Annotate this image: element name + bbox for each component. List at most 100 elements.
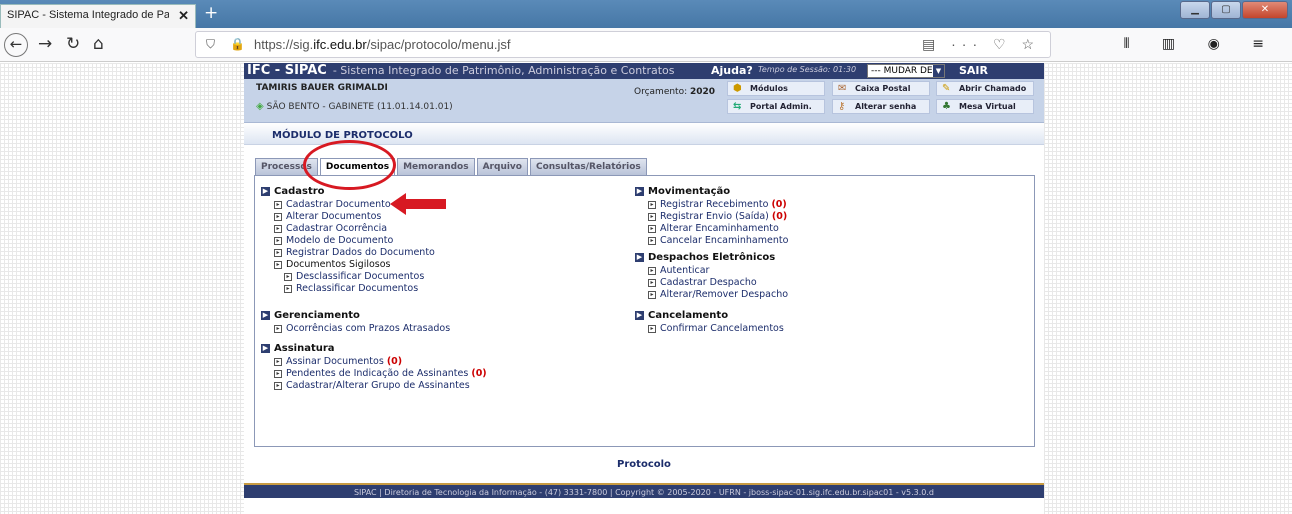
section-header: ▶ Gerenciamento — [261, 310, 450, 322]
unit-icon: ◈ — [256, 101, 264, 112]
bullet-icon: ▸ — [274, 324, 282, 333]
section-header: ▶ Despachos Eletrônicos — [635, 252, 788, 264]
bullet-icon: ▸ — [274, 224, 282, 233]
tab-memorandos[interactable]: Memorandos — [397, 158, 475, 175]
maximize-icon[interactable]: ▢ — [1211, 1, 1241, 19]
section-bullet-icon: ▶ — [635, 186, 644, 196]
url-bar[interactable]: ⛉ 🔒 https://sig.ifc.edu.br/sipac/protoco… — [195, 31, 1051, 58]
menu-item-label: Modelo de Documento — [286, 235, 394, 246]
bullet-icon: ▸ — [284, 272, 292, 281]
browser-tab-bar: SIPAC - Sistema Integrado de Patrim ✕ + … — [0, 0, 1292, 28]
menu-group-documentos-sigilosos: ▸ Documentos Sigilosos — [261, 259, 435, 271]
bullet-icon: ▸ — [648, 290, 656, 299]
virtual-desk-button[interactable]: ♣ Mesa Virtual — [936, 99, 1034, 114]
mailbox-button[interactable]: ✉ Caixa Postal — [832, 81, 930, 96]
new-tab-icon[interactable]: + — [204, 5, 218, 22]
menu-item-registrar-dados[interactable]: ▸ Registrar Dados do Documento — [261, 247, 435, 259]
logout-button[interactable]: SAIR — [955, 64, 992, 77]
browser-tab[interactable]: SIPAC - Sistema Integrado de Patrim ✕ — [0, 4, 196, 28]
budget-label: Orçamento: — [634, 87, 688, 97]
minimize-icon[interactable]: ▁ — [1180, 1, 1210, 19]
forward-icon[interactable]: → — [38, 34, 52, 54]
unit-label: SÃO BENTO - GABINETE (11.01.14.01.01) — [266, 102, 453, 112]
mailbox-icon: ✉ — [838, 83, 847, 94]
menu-item-registrar-recebimento[interactable]: ▸ Registrar Recebimento (0) — [635, 199, 788, 211]
toolbar-icons[interactable]: ⫴ ▥ ◉ ≡ — [1124, 36, 1278, 52]
browser-tab-title: SIPAC - Sistema Integrado de Patrim — [7, 9, 169, 21]
bullet-icon: ▸ — [648, 236, 656, 245]
tab-consultas[interactable]: Consultas/Relatórios — [529, 158, 647, 175]
system-name: IFC - SIPAC — [247, 63, 327, 78]
home-icon[interactable]: ⌂ — [93, 34, 104, 54]
menu-group-label: Documentos Sigilosos — [286, 259, 391, 270]
menu-item-cadastrar-ocorrencia[interactable]: ▸ Cadastrar Ocorrência — [261, 223, 435, 235]
section-bullet-icon: ▶ — [635, 310, 644, 320]
menu-item-label: Registrar Recebimento — [660, 199, 769, 210]
url-actions-icons[interactable]: ▤ ··· ♡ ☆ — [922, 36, 1040, 53]
user-info-bar: TAMIRIS BAUER GRIMALDI ◈ SÃO BENTO - GAB… — [244, 79, 1044, 123]
modules-icon: ⬢ — [733, 83, 742, 94]
section-title: Gerenciamento — [274, 310, 360, 321]
window-close-icon[interactable]: ✕ — [1242, 1, 1288, 19]
count-badge: (0) — [771, 211, 788, 222]
menu-item-alterar-despacho[interactable]: ▸ Alterar/Remover Despacho — [635, 289, 788, 301]
system-description: - Sistema Integrado de Patrimônio, Admin… — [332, 64, 675, 77]
lock-icon[interactable]: 🔒 — [230, 37, 245, 51]
admin-portal-button[interactable]: ⇆ Portal Admin. — [727, 99, 825, 114]
tab-close-icon[interactable]: ✕ — [178, 8, 189, 24]
url-domain: ifc.edu.br — [313, 37, 367, 52]
section-title: Despachos Eletrônicos — [648, 252, 776, 263]
menu-item-label: Cadastrar/Alterar Grupo de Assinantes — [286, 380, 470, 391]
bullet-icon: ▸ — [648, 278, 656, 287]
reload-icon[interactable]: ↻ — [66, 34, 80, 54]
menu-item-reclassificar[interactable]: ▸ Reclassificar Documentos — [261, 283, 435, 295]
bullet-icon: ▸ — [274, 200, 282, 209]
bullet-icon: ▸ — [274, 248, 282, 257]
desk-icon: ♣ — [942, 101, 951, 112]
bullet-icon: ▸ — [648, 212, 656, 221]
menu-item-label: Cadastrar Documento — [286, 199, 391, 210]
protocol-link[interactable]: Protocolo — [244, 459, 1044, 470]
menu-item-label: Ocorrências com Prazos Atrasados — [286, 323, 451, 334]
help-link[interactable]: Ajuda? — [711, 64, 753, 77]
change-password-button[interactable]: ⚷ Alterar senha — [832, 99, 930, 114]
window-controls: ▁ ▢ ✕ — [1180, 1, 1288, 19]
tab-arquivo[interactable]: Arquivo — [476, 158, 528, 175]
budget: Orçamento: 2020 — [634, 87, 715, 97]
menu-item-registrar-envio[interactable]: ▸ Registrar Envio (Saída) (0) — [635, 211, 788, 223]
menu-item-ocorrencias-atrasadas[interactable]: ▸ Ocorrências com Prazos Atrasados — [261, 323, 450, 335]
menu-item-label: Registrar Envio (Saída) — [660, 211, 769, 222]
section-despachos: ▶ Despachos Eletrônicos ▸ Autenticar ▸ Cada… — [635, 252, 788, 301]
menu-item-confirmar-cancelamentos[interactable]: ▸ Confirmar Cancelamentos — [635, 323, 784, 335]
menu-item-pendentes-indicacao[interactable]: ▸ Pendentes de Indicação de Assinantes (0… — [261, 368, 487, 380]
menu-item-grupo-assinantes[interactable]: ▸ Cadastrar/Alterar Grupo de Assinantes — [261, 380, 487, 392]
section-title: Cancelamento — [648, 310, 729, 321]
section-header: ▶ Movimentação — [635, 186, 788, 198]
menu-item-label: Assinar Documentos — [286, 356, 384, 367]
chevron-down-icon[interactable]: ▼ — [933, 65, 944, 77]
open-ticket-button[interactable]: ✎ Abrir Chamado — [936, 81, 1034, 96]
menu-item-autenticar[interactable]: ▸ Autenticar — [635, 265, 788, 277]
modules-button[interactable]: ⬢ Módulos — [727, 81, 825, 96]
key-icon: ⚷ — [838, 101, 846, 112]
menu-item-cadastrar-despacho[interactable]: ▸ Cadastrar Despacho — [635, 277, 788, 289]
menu-item-modelo-documento[interactable]: ▸ Modelo de Documento — [261, 235, 435, 247]
count-badge: (0) — [471, 368, 487, 379]
back-icon[interactable]: ← — [4, 33, 28, 57]
tracking-shield-icon[interactable]: ⛉ — [206, 37, 215, 52]
menu-item-label: Reclassificar Documentos — [296, 283, 419, 294]
menu-item-label: Alterar Encaminhamento — [660, 223, 779, 234]
menu-item-alterar-encaminhamento[interactable]: ▸ Alterar Encaminhamento — [635, 223, 788, 235]
section-header: ▶ Cancelamento — [635, 310, 784, 322]
sipac-frame: IFC - SIPAC - Sistema Integrado de Patrim… — [244, 63, 1044, 514]
section-assinatura: ▶ Assinatura ▸ Assinar Documentos (0) ▸ Pen… — [261, 343, 487, 392]
section-movimentacao: ▶ Movimentação ▸ Registrar Recebimento (0)… — [635, 186, 788, 247]
portal-icon: ⇆ — [733, 101, 742, 112]
system-select[interactable]: --- MUDAR DE SISTEMA ---▼ — [867, 64, 945, 78]
menu-item-desclassificar[interactable]: ▸ Desclassificar Documentos — [261, 271, 435, 283]
url-path: /sipac/protocolo/menu.jsf — [366, 37, 511, 52]
menu-item-label: Desclassificar Documentos — [296, 271, 425, 282]
menu-item-assinar-documentos[interactable]: ▸ Assinar Documentos (0) — [261, 356, 487, 368]
menu-item-cancelar-encaminhamento[interactable]: ▸ Cancelar Encaminhamento — [635, 235, 788, 247]
menu-item-label: Cadastrar Despacho — [660, 277, 757, 288]
